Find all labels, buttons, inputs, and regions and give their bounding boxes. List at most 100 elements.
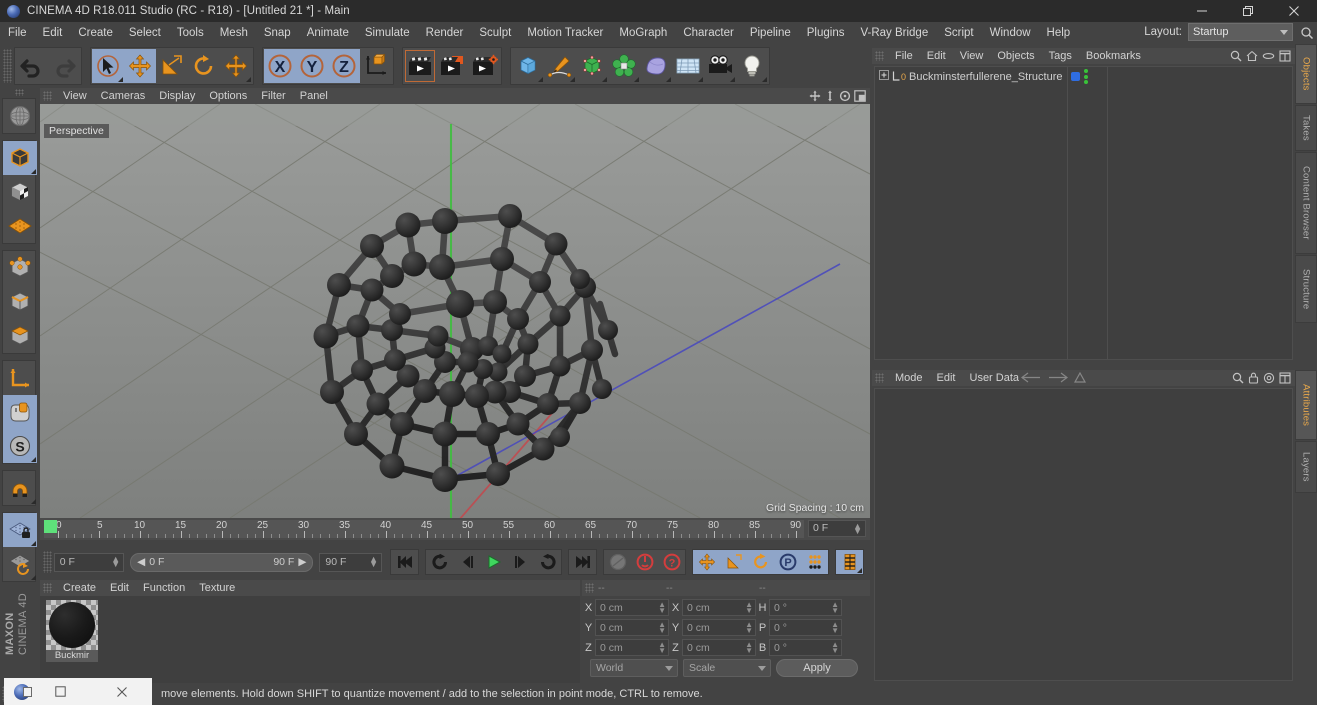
maximize-view-icon[interactable]	[854, 90, 866, 105]
pan-view-icon[interactable]	[809, 90, 821, 105]
scene-environment-icon[interactable]	[672, 49, 704, 83]
points-mode-icon[interactable]	[3, 251, 37, 285]
viewport-menu-filter[interactable]: Filter	[254, 88, 292, 104]
search-icon[interactable]	[1230, 50, 1242, 65]
scale-icon[interactable]	[156, 49, 188, 83]
current-frame-field[interactable]: 0 F ▲ ▼	[53, 552, 125, 572]
layout-dropdown[interactable]: Startup	[1188, 23, 1293, 41]
menu-create[interactable]: Create	[70, 22, 121, 44]
menu-file[interactable]: File	[0, 22, 35, 44]
previous-frame-icon[interactable]	[453, 550, 480, 574]
palette-grip[interactable]	[14, 89, 24, 96]
size-z-field[interactable]: 0 cm ▲ ▼	[682, 639, 756, 656]
attribute-manager-body[interactable]	[874, 388, 1293, 681]
align-workplane-icon[interactable]	[3, 547, 37, 581]
menu-script[interactable]: Script	[936, 22, 981, 44]
menu-window[interactable]: Window	[982, 22, 1039, 44]
live-selection-icon[interactable]	[92, 49, 124, 83]
keyframe-selection-icon[interactable]: ?	[658, 550, 685, 574]
render-settings-icon[interactable]	[468, 49, 500, 83]
material-tag-icon[interactable]	[1071, 72, 1080, 81]
attribute-menu-mode[interactable]: Mode	[888, 370, 930, 386]
layout-icon[interactable]	[1279, 372, 1291, 387]
autokeying-icon[interactable]	[631, 550, 658, 574]
workplane-icon[interactable]	[3, 209, 37, 243]
undo-icon[interactable]	[16, 49, 48, 83]
menu-render[interactable]: Render	[418, 22, 472, 44]
object-menu-file[interactable]: File	[888, 48, 920, 64]
restore-icon[interactable]	[1225, 0, 1271, 22]
search-icon[interactable]	[1300, 26, 1314, 43]
menu-mograph[interactable]: MoGraph	[611, 22, 675, 44]
scale-key-icon[interactable]	[720, 550, 747, 574]
coordinates-grip[interactable]	[585, 583, 594, 593]
render-view-icon[interactable]	[404, 49, 436, 83]
menu-mesh[interactable]: Mesh	[212, 22, 256, 44]
cube-primitive-icon[interactable]	[512, 49, 544, 83]
menu-sculpt[interactable]: Sculpt	[471, 22, 519, 44]
spinner-icon[interactable]: ▲ ▼	[831, 601, 839, 615]
position-x-field[interactable]: 0 cm ▲ ▼	[595, 599, 669, 616]
menu-plugins[interactable]: Plugins	[799, 22, 853, 44]
timeline-playhead[interactable]	[44, 520, 57, 533]
menu-edit[interactable]: Edit	[35, 22, 71, 44]
timeline-view-icon[interactable]	[836, 550, 863, 574]
material-item[interactable]: Buckmir	[46, 600, 98, 662]
attribute-menu-user-data[interactable]: User Data	[963, 370, 1027, 386]
redo-icon[interactable]	[48, 49, 80, 83]
transport-grip[interactable]	[43, 551, 52, 573]
play-icon[interactable]	[480, 550, 507, 574]
material-manager-grip[interactable]	[43, 583, 52, 593]
spinner-icon[interactable]: ▲ ▼	[369, 554, 378, 568]
spinner-icon[interactable]: ▲ ▼	[853, 522, 862, 536]
menu-snap[interactable]: Snap	[256, 22, 299, 44]
position-y-field[interactable]: 0 cm ▲ ▼	[595, 619, 669, 636]
toolbar-grip[interactable]	[3, 49, 12, 83]
parameter-key-icon[interactable]: P	[774, 550, 801, 574]
range-left-arrow-icon[interactable]: ◀	[137, 556, 145, 568]
object-manager-body[interactable]: 0 Buckminsterfullerene_Structure	[874, 66, 1293, 360]
material-menu-texture[interactable]: Texture	[192, 580, 242, 596]
next-frame-icon[interactable]	[507, 550, 534, 574]
spinner-icon[interactable]: ▲ ▼	[745, 621, 753, 635]
minimize-icon[interactable]	[1179, 0, 1225, 22]
spinner-icon[interactable]: ▲ ▼	[831, 621, 839, 635]
material-menu-create[interactable]: Create	[56, 580, 103, 596]
forward-icon[interactable]	[1047, 372, 1069, 386]
layout-icon[interactable]	[1279, 50, 1291, 65]
material-menu-function[interactable]: Function	[136, 580, 192, 596]
coordinate-system-dropdown[interactable]: World	[590, 659, 678, 677]
next-key-icon[interactable]	[534, 550, 561, 574]
menu-vray-bridge[interactable]: V-Ray Bridge	[852, 22, 936, 44]
object-menu-view[interactable]: View	[953, 48, 991, 64]
object-menu-tags[interactable]: Tags	[1042, 48, 1079, 64]
move-icon[interactable]	[124, 49, 156, 83]
world-coordinates-icon[interactable]	[360, 49, 392, 83]
menu-animate[interactable]: Animate	[299, 22, 357, 44]
menu-help[interactable]: Help	[1039, 22, 1079, 44]
spinner-icon[interactable]: ▲ ▼	[658, 601, 666, 615]
taskbar-popup[interactable]	[4, 678, 152, 705]
edges-mode-icon[interactable]	[3, 285, 37, 319]
target-icon[interactable]	[1263, 372, 1275, 387]
object-menu-bookmarks[interactable]: Bookmarks	[1079, 48, 1148, 64]
menu-tools[interactable]: Tools	[169, 22, 212, 44]
back-icon[interactable]	[1020, 372, 1042, 386]
axis-mode-icon[interactable]	[3, 361, 37, 395]
globe-wireframe-icon[interactable]	[3, 99, 37, 133]
previous-key-icon[interactable]	[426, 550, 453, 574]
dolly-view-icon[interactable]	[824, 90, 836, 105]
viewport-menu-grip[interactable]	[43, 91, 52, 101]
spinner-icon[interactable]: ▲ ▼	[111, 554, 120, 568]
up-icon[interactable]	[1073, 371, 1087, 386]
timeline-frame-field[interactable]: 0 F ▲ ▼	[808, 520, 866, 537]
deformer-icon[interactable]	[640, 49, 672, 83]
object-menu-edit[interactable]: Edit	[920, 48, 953, 64]
light-icon[interactable]	[736, 49, 768, 83]
mograph-cloner-icon[interactable]	[608, 49, 640, 83]
viewport-menu-panel[interactable]: Panel	[293, 88, 335, 104]
restore-icon[interactable]	[30, 686, 91, 697]
menu-simulate[interactable]: Simulate	[357, 22, 418, 44]
lock-icon[interactable]	[1248, 372, 1259, 387]
record-active-objects-icon[interactable]	[604, 550, 631, 574]
